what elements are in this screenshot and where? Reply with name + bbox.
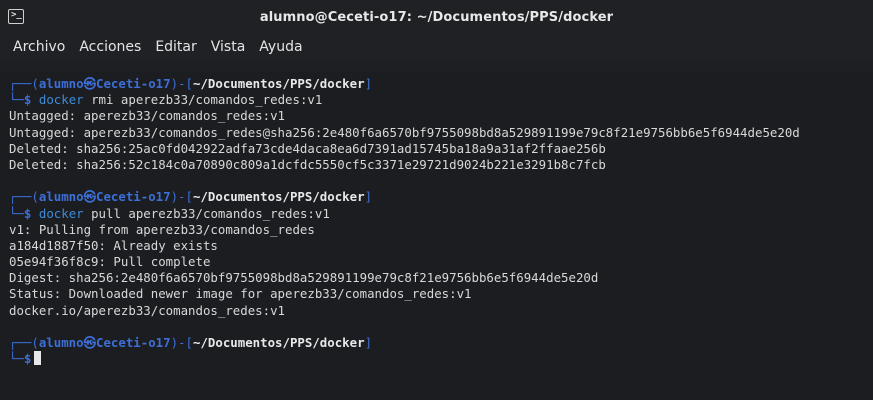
command-args: rmi aperezb33/comandos_redes:v1 — [83, 92, 323, 108]
title-bar: >_ alumno@Ceceti-o17: ~/Documentos/PPS/d… — [0, 0, 873, 34]
output-line: Digest: sha256:2e480f6a6570bf9755098bd8a… — [9, 270, 599, 286]
prompt-user-host: alumno㉿Ceceti-o17 — [38, 76, 171, 91]
menu-ayuda[interactable]: Ayuda — [252, 39, 309, 55]
output-line: Untagged: aperezb33/comandos_redes:v1 — [9, 108, 286, 124]
prompt-line-top: ┌──(alumno㉿Ceceti-o17)-[~/Documentos/PPS… — [9, 76, 373, 91]
prompt-path: ~/Documentos/PPS/docker — [192, 76, 365, 91]
prompt-line-top: ┌──(alumno㉿Ceceti-o17)-[~/Documentos/PPS… — [9, 189, 373, 205]
terminal-lines: ┌──(alumno㉿Ceceti-o17)-[~/Documentos/PPS… — [9, 76, 873, 367]
prompt-user-host: alumno㉿Ceceti-o17 — [38, 335, 171, 350]
output-line: Deleted: sha256:52c184c0a70890c809a1dcfd… — [9, 156, 606, 172]
terminal-icon[interactable]: >_ — [8, 9, 24, 24]
prompt-line-command: └─$ docker rmi aperezb33/comandos_redes:… — [9, 92, 323, 108]
output-line: Status: Downloaded newer image for apere… — [9, 286, 472, 302]
prompt-line-command: └─$ docker pull aperezb33/comandos_redes… — [9, 205, 330, 221]
menu-archivo[interactable]: Archivo — [6, 39, 72, 55]
output-line: v1: Pulling from aperezb33/comandos_rede… — [9, 221, 315, 237]
text-cursor — [34, 351, 42, 366]
terminal-output[interactable]: ┌──(alumno㉿Ceceti-o17)-[~/Documentos/PPS… — [0, 72, 873, 400]
menu-bar: Archivo Acciones Editar Vista Ayuda — [0, 34, 873, 60]
menu-editar[interactable]: Editar — [148, 39, 203, 55]
command-name: docker — [38, 92, 84, 108]
menu-acciones[interactable]: Acciones — [72, 39, 148, 55]
menu-vista[interactable]: Vista — [204, 39, 253, 55]
command-name: docker — [38, 205, 84, 221]
output-line: Deleted: sha256:25ac0fd042922adfa73cde4d… — [9, 140, 606, 156]
prompt-path: ~/Documentos/PPS/docker — [192, 335, 365, 350]
prompt-line-input[interactable]: └─$ — [9, 351, 873, 367]
output-line: a184d1887f50: Already exists — [9, 237, 218, 253]
prompt-user-host: alumno㉿Ceceti-o17 — [38, 189, 171, 205]
output-line: docker.io/aperezb33/comandos_redes:v1 — [9, 302, 286, 318]
window-title: alumno@Ceceti-o17: ~/Documentos/PPS/dock… — [259, 9, 614, 25]
output-line: 05e94f36f8c9: Pull complete — [9, 254, 211, 270]
output-line: Untagged: aperezb33/comandos_redes@sha25… — [9, 124, 800, 140]
prompt-line-top: ┌──(alumno㉿Ceceti-o17)-[~/Documentos/PPS… — [9, 335, 373, 350]
prompt-path: ~/Documentos/PPS/docker — [192, 189, 365, 205]
command-args: pull aperezb33/comandos_redes:v1 — [83, 205, 330, 221]
